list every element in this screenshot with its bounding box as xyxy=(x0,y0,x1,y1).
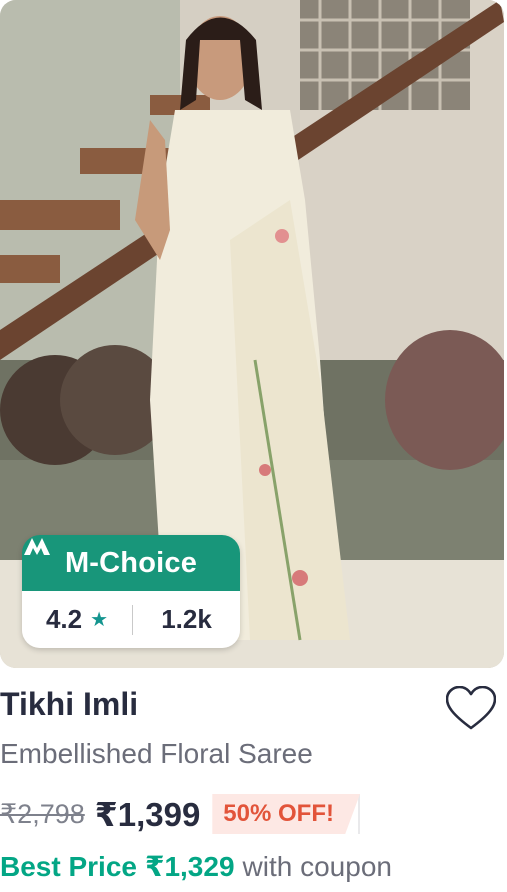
best-price-value: ₹1,329 xyxy=(144,851,235,882)
rating-value: 4.2 xyxy=(45,604,83,634)
best-price-row: Best Price ₹1,329 with coupon xyxy=(0,850,392,883)
wishlist-button[interactable] xyxy=(445,685,497,732)
product-card[interactable]: M-Choice 4.2 ★ 1.2k Tikhi Imli Embellish… xyxy=(0,0,507,892)
price-row: ₹2,798 ₹1,399 50% OFF! xyxy=(0,792,360,836)
mrp-price: ₹2,798 xyxy=(0,798,85,829)
m-choice-badge: M-Choice 4.2 ★ 1.2k xyxy=(22,535,240,648)
badge-label: M-Choice xyxy=(64,546,198,579)
discount-tag: 50% OFF! xyxy=(212,794,360,834)
myntra-m-icon xyxy=(24,538,50,555)
rating-count: 1.2k xyxy=(161,604,212,634)
rating: 4.2 ★ xyxy=(22,604,132,635)
brand-name[interactable]: Tikhi Imli xyxy=(0,686,138,723)
best-price-suffix: with coupon xyxy=(242,851,392,882)
discount-tag-edge xyxy=(357,794,360,834)
selling-price: ₹1,399 xyxy=(94,795,201,833)
rating-strip: 4.2 ★ 1.2k xyxy=(22,591,240,648)
best-price-label: Best Price xyxy=(0,851,137,882)
star-icon: ★ xyxy=(90,609,109,631)
product-description: Embellished Floral Saree xyxy=(0,738,313,769)
badge-header: M-Choice xyxy=(22,535,240,591)
product-image[interactable]: M-Choice 4.2 ★ 1.2k xyxy=(0,0,504,668)
heart-outline-icon xyxy=(445,685,497,730)
